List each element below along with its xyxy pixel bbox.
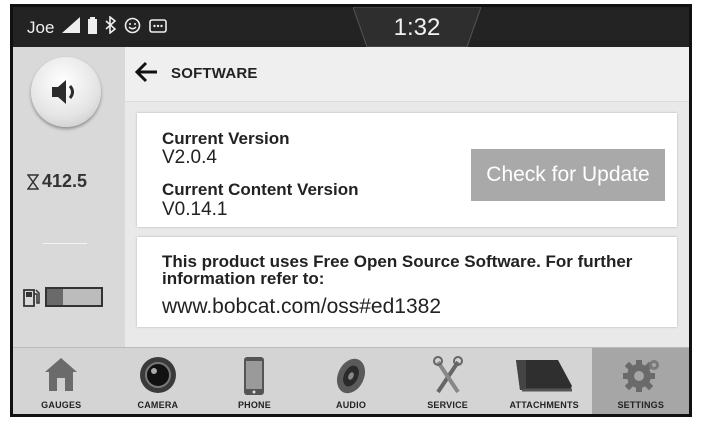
nav-label: CAMERA: [137, 400, 179, 410]
back-button[interactable]: [133, 58, 161, 86]
bucket-icon: [516, 360, 573, 392]
nav-label: ATTACHMENTS: [509, 400, 579, 410]
user-name: Joe: [27, 17, 55, 37]
clock-tab: 1:32: [353, 7, 481, 47]
bluetooth-icon: [105, 15, 117, 39]
bottom-nav: GAUGES CAMERA PHONE AUDIO SERVICE ATTACH…: [13, 347, 689, 414]
nav-gauges[interactable]: GAUGES: [13, 348, 110, 414]
rail-divider: [43, 243, 87, 244]
nav-phone[interactable]: PHONE: [206, 348, 303, 414]
current-version-label: Current Version: [162, 129, 290, 148]
nav-label: AUDIO: [336, 400, 367, 410]
fuel-gauge: [23, 287, 103, 307]
battery-icon: [88, 16, 98, 39]
status-bar: Joe 1:32: [13, 7, 689, 47]
oss-link[interactable]: www.bobcat.com/oss#ed1382: [162, 295, 441, 319]
smiley-icon: [124, 17, 141, 39]
nav-attachments[interactable]: ATTACHMENTS: [496, 348, 593, 414]
page-title: SOFTWARE: [171, 65, 258, 82]
nav-label: PHONE: [237, 400, 271, 410]
check-for-update-button[interactable]: Check for Update: [471, 149, 665, 201]
nav-service[interactable]: SERVICE: [399, 348, 496, 414]
oss-notice-text: This product uses Free Open Source Softw…: [162, 252, 633, 288]
nav-label: GAUGES: [41, 400, 82, 410]
camera-lens-icon: [139, 357, 176, 393]
tools-icon: [432, 356, 463, 394]
content-version-value: V0.14.1: [162, 199, 228, 220]
volume-button[interactable]: [31, 57, 101, 127]
fuel-level-bar: [45, 287, 103, 307]
content-version-label: Current Content Version: [162, 180, 359, 199]
phone-icon: [244, 357, 265, 395]
current-version-value: V2.0.4: [162, 147, 217, 168]
nav-camera[interactable]: CAMERA: [110, 348, 207, 414]
nav-label: SETTINGS: [617, 400, 665, 410]
speaker-icon: [336, 358, 366, 394]
hour-meter-value: 412.5: [42, 171, 88, 191]
nav-audio[interactable]: AUDIO: [303, 348, 400, 414]
speaker-volume-icon: [52, 80, 74, 104]
nav-label: SERVICE: [427, 400, 468, 410]
hour-meter: 412.5: [27, 171, 87, 192]
page-header: SOFTWARE: [125, 47, 689, 102]
status-left: Joe: [27, 15, 168, 39]
fuel-pump-icon: [23, 289, 40, 307]
clock: 1:32: [393, 14, 441, 41]
fuel-level-fill: [47, 289, 64, 305]
nav-settings[interactable]: SETTINGS: [592, 348, 689, 414]
display-frame: Joe 1:32 412.5 SOFTWARE Current Version …: [10, 4, 692, 417]
signal-icon: [62, 17, 81, 38]
left-rail: 412.5: [13, 47, 125, 347]
hourglass-icon: [27, 173, 39, 190]
message-icon: [149, 18, 168, 38]
house-icon: [45, 358, 78, 391]
oss-panel: This product uses Free Open Source Softw…: [137, 237, 677, 327]
gear-icon: [622, 360, 659, 392]
back-arrow-icon: [134, 61, 157, 83]
version-panel: Current Version V2.0.4 Current Content V…: [137, 113, 677, 227]
